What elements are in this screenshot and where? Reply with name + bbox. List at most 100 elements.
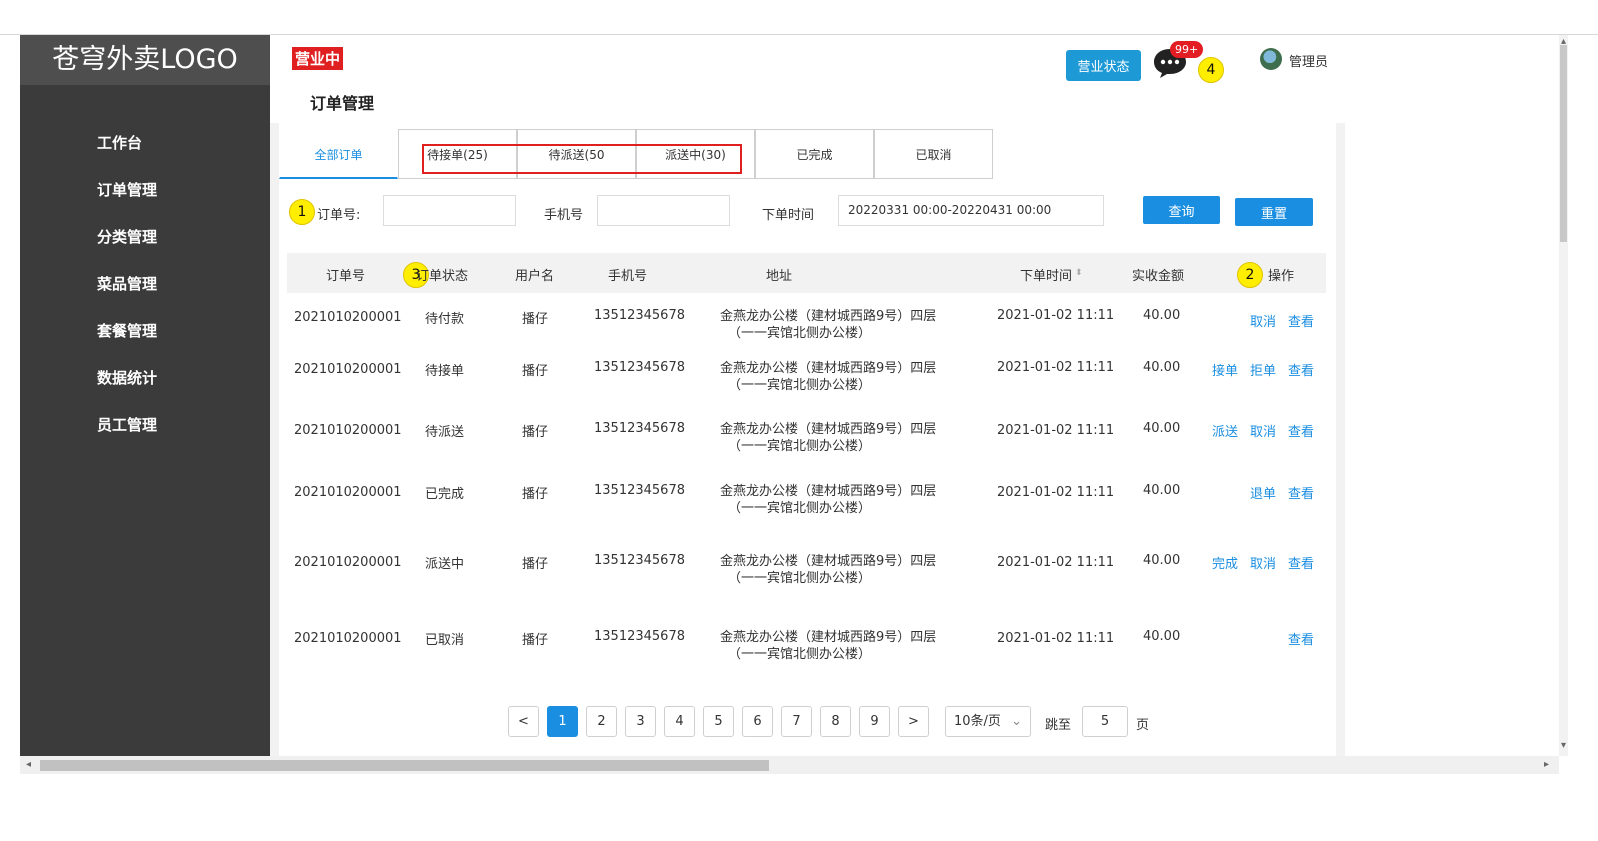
prev-page-button[interactable]: < [508, 706, 539, 737]
scroll-down-icon[interactable]: ▾ [1561, 740, 1566, 751]
user-cell: 播仔 [522, 425, 549, 440]
address-cell: 金燕龙办公楼（建材城西路9号）四层 （一一宾馆北侧办公楼） [720, 309, 937, 341]
page-button-7[interactable]: 7 [781, 706, 812, 737]
sidebar-item-dishes[interactable]: 菜品管理 [20, 266, 270, 313]
avatar[interactable] [1260, 48, 1282, 70]
view-link[interactable]: 查看 [1288, 483, 1314, 502]
jump-page-input[interactable]: 5 [1082, 706, 1128, 737]
dispatch-link[interactable]: 派送 [1212, 421, 1238, 440]
col-actions: 操作 [1268, 269, 1295, 284]
address-cell: 金燕龙办公楼（建材城西路9号）四层 （一一宾馆北侧办公楼） [720, 554, 937, 586]
table-header: 订单号 3 订单状态 用户名 手机号 地址 下单时间 ⬍ 实收金额 2 操作 [287, 253, 1326, 293]
phone-cell: 13512345678 [594, 421, 685, 436]
sidebar-item-orders[interactable]: 订单管理 [20, 172, 270, 219]
view-link[interactable]: 查看 [1288, 629, 1314, 648]
sidebar-item-categories[interactable]: 分类管理 [20, 219, 270, 266]
next-page-button[interactable]: > [898, 706, 929, 737]
complete-link[interactable]: 完成 [1212, 553, 1238, 572]
sidebar-item-employees[interactable]: 员工管理 [20, 407, 270, 454]
sidebar-nav: 工作台 订单管理 分类管理 菜品管理 套餐管理 数据统计 员工管理 [20, 125, 270, 454]
phone-label: 手机号 [544, 208, 584, 223]
sidebar-item-workbench[interactable]: 工作台 [20, 125, 270, 172]
address-cell: 金燕龙办公楼（建材城西路9号）四层 （一一宾馆北侧办公楼） [720, 484, 937, 516]
vertical-scrollbar-thumb[interactable] [1560, 45, 1567, 242]
page-title: 订单管理 [310, 94, 375, 113]
sort-icon[interactable]: ⬍ [1075, 268, 1083, 278]
chevron-down-icon: ⌄ [1011, 714, 1022, 729]
phone-cell: 13512345678 [594, 483, 685, 498]
callout-marker-4: 4 [1198, 57, 1224, 83]
tab-cancelled[interactable]: 已取消 [874, 129, 993, 179]
page-button-1[interactable]: 1 [547, 706, 578, 737]
query-button[interactable]: 查询 [1143, 196, 1220, 224]
user-cell: 播仔 [522, 364, 549, 379]
order-no-cell: 2021010200001 [294, 362, 402, 377]
phone-input[interactable] [597, 195, 730, 226]
page-button-8[interactable]: 8 [820, 706, 851, 737]
page-button-2[interactable]: 2 [586, 706, 617, 737]
phone-cell: 13512345678 [594, 629, 685, 644]
order-no-label: 订单号: [317, 208, 361, 223]
page-button-5[interactable]: 5 [703, 706, 734, 737]
col-phone: 手机号 [608, 269, 648, 284]
sidebar-item-combos[interactable]: 套餐管理 [20, 313, 270, 360]
scroll-up-icon[interactable]: ▴ [1561, 36, 1566, 47]
order-no-cell: 2021010200001 [294, 555, 402, 570]
content-panel: 全部订单 待接单(25) 待派送(50 派送中(30) 已完成 已取消 1 订单… [270, 123, 1345, 756]
scroll-left-icon[interactable]: ◂ [26, 759, 31, 770]
page-button-4[interactable]: 4 [664, 706, 695, 737]
phone-cell: 13512345678 [594, 360, 685, 375]
reject-link[interactable]: 拒单 [1250, 360, 1276, 379]
status-cell: 待付款 [425, 312, 465, 327]
business-status-badge: 营业中 [292, 47, 344, 70]
order-no-cell: 2021010200001 [294, 485, 402, 500]
order-time-label: 下单时间 [762, 208, 815, 223]
phone-cell: 13512345678 [594, 308, 685, 323]
cancel-link[interactable]: 取消 [1250, 311, 1276, 330]
col-address: 地址 [766, 269, 793, 284]
horizontal-scrollbar[interactable]: ◂ ▸ [20, 756, 1559, 774]
user-cell: 播仔 [522, 312, 549, 327]
status-cell: 待接单 [425, 364, 465, 379]
view-link[interactable]: 查看 [1288, 553, 1314, 572]
amount-cell: 40.00 [1143, 421, 1181, 436]
status-cell: 已取消 [425, 633, 465, 648]
amount-cell: 40.00 [1143, 553, 1181, 568]
cancel-link[interactable]: 取消 [1250, 553, 1276, 572]
amount-cell: 40.00 [1143, 629, 1181, 644]
page-size-select[interactable]: 10条/页 ⌄ [945, 706, 1031, 737]
refund-link[interactable]: 退单 [1250, 483, 1276, 502]
col-status: 订单状态 [416, 269, 469, 284]
cancel-link[interactable]: 取消 [1250, 421, 1276, 440]
order-no-input[interactable] [383, 195, 516, 226]
reset-button[interactable]: 重置 [1235, 198, 1313, 226]
order-time-cell: 2021-01-02 11:11 [997, 308, 1115, 323]
amount-cell: 40.00 [1143, 483, 1181, 498]
app-window: 苍穹外卖LOGO 工作台 订单管理 分类管理 菜品管理 套餐管理 数据统计 员工… [20, 35, 1598, 756]
page-button-3[interactable]: 3 [625, 706, 656, 737]
order-no-cell: 2021010200001 [294, 423, 402, 438]
tab-all-orders[interactable]: 全部订单 [279, 129, 398, 179]
page-button-9[interactable]: 9 [859, 706, 890, 737]
scroll-right-icon[interactable]: ▸ [1544, 759, 1549, 770]
view-link[interactable]: 查看 [1288, 421, 1314, 440]
page-suffix: 页 [1136, 718, 1150, 733]
accept-link[interactable]: 接单 [1212, 360, 1238, 379]
view-link[interactable]: 查看 [1288, 311, 1314, 330]
page-button-6[interactable]: 6 [742, 706, 773, 737]
admin-name[interactable]: 管理员 [1289, 51, 1328, 70]
page-size-value: 10条/页 [954, 714, 1001, 729]
highlight-box [422, 144, 742, 174]
business-status-button[interactable]: 营业状态 [1066, 50, 1141, 81]
horizontal-scrollbar-thumb[interactable] [40, 760, 769, 771]
amount-cell: 40.00 [1143, 308, 1181, 323]
view-link[interactable]: 查看 [1288, 360, 1314, 379]
tab-completed[interactable]: 已完成 [755, 129, 874, 179]
callout-marker-1: 1 [289, 199, 315, 225]
col-amount: 实收金额 [1132, 269, 1185, 284]
order-time-range-input[interactable]: 20220331 00:00-20220431 00:00 [838, 195, 1104, 226]
sidebar-item-statistics[interactable]: 数据统计 [20, 360, 270, 407]
status-cell: 已完成 [425, 487, 465, 502]
order-time-cell: 2021-01-02 11:11 [997, 555, 1115, 570]
phone-cell: 13512345678 [594, 553, 685, 568]
